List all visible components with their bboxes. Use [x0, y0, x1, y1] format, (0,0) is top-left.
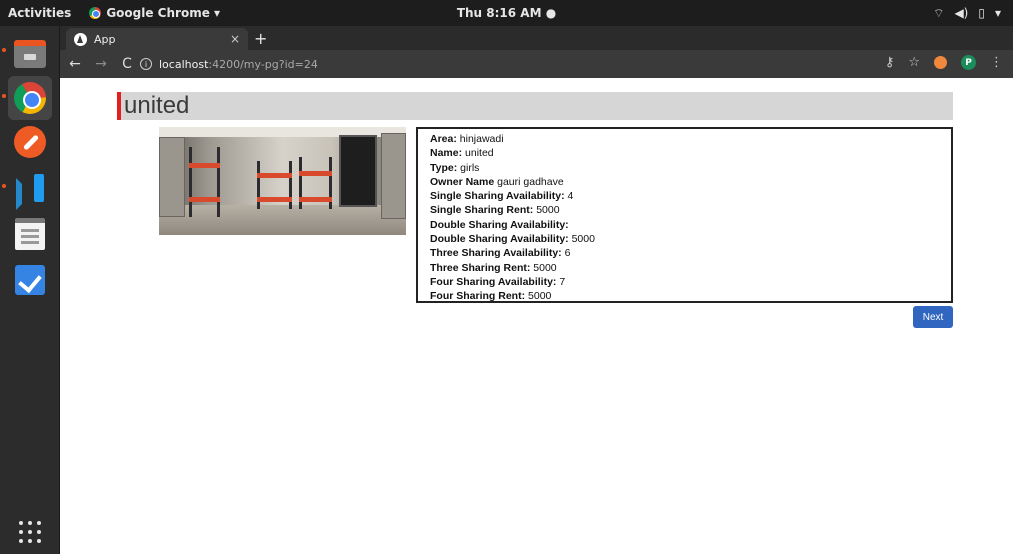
address-bar[interactable]: i localhost :4200/my-pg?id=24 [140, 54, 318, 74]
chrome-icon [14, 82, 46, 114]
app-menu[interactable]: Google Chrome ▾ [89, 6, 220, 20]
angular-icon [74, 32, 87, 46]
dock-postman[interactable] [8, 120, 52, 164]
browser-window: App × + ← → C i localhost :4200/my-pg?id… [60, 26, 1013, 554]
url-host: localhost [159, 57, 209, 71]
running-indicator [2, 48, 6, 52]
app-menu-label: Google Chrome ▾ [106, 6, 221, 20]
dock-chrome[interactable] [8, 76, 52, 120]
key-icon[interactable]: ⚷ [885, 55, 895, 70]
detail-area: Area: hinjawadi [430, 133, 504, 145]
url-path: :4200/my-pg?id=24 [208, 57, 318, 71]
menu-arrow-icon: ▾ [994, 5, 1001, 20]
system-top-bar: Activities Google Chrome ▾ Thu 8:16 AM ●… [0, 0, 1013, 26]
close-tab-icon[interactable]: × [230, 32, 240, 46]
next-button[interactable]: Next [913, 306, 953, 328]
system-tray[interactable]: ⌔ ◀) ▯ ▾ [933, 6, 1001, 21]
chrome-small-icon [89, 7, 102, 19]
detail-name: Name: united [430, 147, 494, 160]
running-indicator [2, 184, 6, 188]
running-indicator [2, 94, 6, 98]
detail-owner-name: Owner Name gauri gadhave [430, 175, 564, 188]
extension-icon[interactable] [934, 56, 947, 69]
tab-strip: App × + [60, 26, 1013, 50]
dock-todo[interactable] [8, 258, 52, 302]
detail-three-rent: Three Sharing Rent: 5000 [430, 261, 557, 274]
dock-files[interactable] [8, 32, 52, 76]
dock-vscode[interactable] [8, 166, 52, 210]
browser-toolbar: ← → C i localhost :4200/my-pg?id=24 ⚷ ☆ … [60, 50, 1013, 78]
show-applications-icon [18, 520, 42, 544]
detail-double-availability: Double Sharing Availability: [430, 218, 569, 231]
back-icon[interactable]: ← [64, 56, 86, 72]
detail-three-availability: Three Sharing Availability: 6 [430, 247, 571, 260]
detail-double-rent: Double Sharing Availability: 5000 [430, 233, 595, 246]
toolbar-actions: ⚷ ☆ P ⋮ [885, 55, 1003, 70]
site-info-icon[interactable]: i [140, 58, 152, 70]
detail-single-rent: Single Sharing Rent: 5000 [430, 204, 560, 217]
todo-icon [15, 265, 45, 295]
battery-icon: ▯ [978, 5, 985, 20]
activities-button[interactable]: Activities [8, 6, 71, 20]
detail-four-availability: Four Sharing Availability: 7 [430, 275, 566, 288]
new-tab-button[interactable]: + [254, 29, 267, 48]
dock [0, 26, 60, 554]
page-title: united [124, 92, 190, 119]
wifi-icon: ⌔ [933, 5, 945, 20]
reload-icon[interactable]: C [116, 56, 138, 72]
clock[interactable]: Thu 8:16 AM ● [457, 6, 556, 20]
detail-four-rent: Four Sharing Rent: 5000 [430, 290, 552, 303]
pg-room-photo [159, 127, 406, 235]
pg-details-box: Area: hinjawadi Name: united Type: girls… [416, 127, 953, 303]
dock-text-editor[interactable] [8, 212, 52, 256]
tab-app[interactable]: App × [66, 28, 248, 50]
page-title-bar: united [117, 92, 953, 120]
files-icon [14, 40, 46, 68]
forward-icon[interactable]: → [90, 56, 112, 72]
detail-single-availability: Single Sharing Availability: 4 [430, 190, 574, 203]
show-applications-button[interactable] [8, 510, 52, 554]
tab-title: App [94, 32, 116, 46]
profile-avatar[interactable]: P [961, 55, 976, 70]
volume-icon: ◀) [954, 5, 969, 20]
more-menu-icon[interactable]: ⋮ [990, 55, 1003, 70]
page-viewport: united Area: hinjawadi Name: united Type… [60, 78, 1013, 554]
vscode-icon [14, 172, 46, 204]
bookmark-star-icon[interactable]: ☆ [908, 55, 920, 70]
text-editor-icon [15, 218, 45, 250]
detail-type: Type: girls [430, 161, 480, 174]
postman-icon [14, 126, 46, 158]
